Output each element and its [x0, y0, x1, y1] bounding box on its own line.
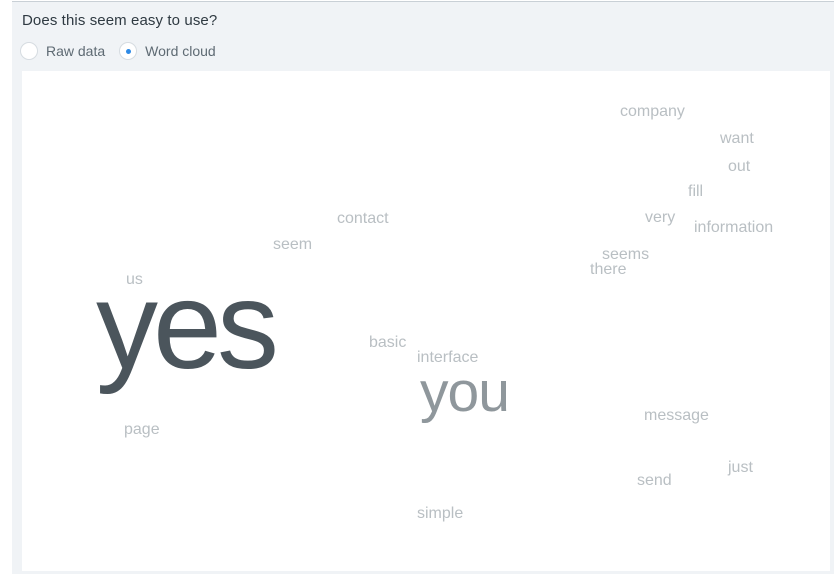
word-simple: simple: [417, 505, 464, 522]
word-company: company: [620, 103, 685, 120]
word-yes: yes: [96, 257, 279, 395]
word-want: want: [720, 130, 754, 147]
view-toggle: Raw data Word cloud: [20, 40, 230, 62]
word-there: there: [590, 261, 627, 278]
word-send: send: [637, 472, 672, 489]
raw-data-label: Raw data: [46, 43, 106, 59]
raw-data-radio[interactable]: [20, 42, 38, 60]
word-page: page: [124, 421, 160, 438]
word-seem: seem: [273, 236, 313, 253]
word-cloud-radio[interactable]: [119, 42, 138, 60]
word-just: just: [728, 459, 753, 476]
word-information: information: [694, 219, 774, 236]
survey-question-panel: Does this seem easy to use? Raw data Wor…: [12, 1, 834, 574]
word-fill: fill: [688, 183, 704, 200]
question-title: Does this seem easy to use?: [22, 12, 218, 29]
word-cloud: company want out fill very information c…: [22, 71, 830, 571]
raw-data-option[interactable]: Raw data: [20, 42, 105, 60]
word-cloud-label: Word cloud: [145, 43, 216, 59]
word-you: you: [420, 360, 510, 424]
word-contact: contact: [337, 210, 389, 227]
word-cloud-option[interactable]: Word cloud: [119, 42, 216, 60]
word-basic: basic: [369, 334, 407, 351]
word-very: very: [645, 209, 676, 226]
word-message: message: [644, 407, 709, 424]
word-out: out: [728, 158, 751, 175]
